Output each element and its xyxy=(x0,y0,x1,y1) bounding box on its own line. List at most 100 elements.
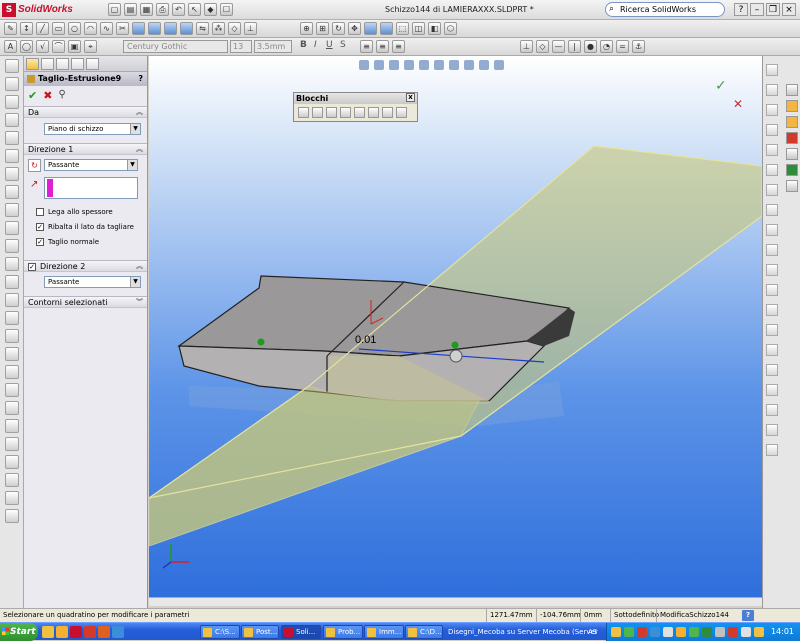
weld-symbol-icon[interactable]: ⌒ xyxy=(52,40,65,53)
dimension-value[interactable]: 0.01 xyxy=(355,334,376,346)
pan-icon[interactable]: ✥ xyxy=(348,22,361,35)
italic-button[interactable]: I xyxy=(314,40,317,50)
rebuild-icon[interactable]: ◆ xyxy=(204,3,217,16)
sketch-tool-4-icon[interactable] xyxy=(4,113,19,127)
new-file-icon[interactable]: ▢ xyxy=(108,3,121,16)
drag-handle[interactable] xyxy=(449,349,463,363)
tool-h-icon[interactable] xyxy=(766,204,778,216)
quicklaunch-app-d-icon[interactable] xyxy=(112,626,124,638)
clock[interactable]: 14:01 xyxy=(771,623,794,641)
tool-c-icon[interactable] xyxy=(766,104,778,116)
help-icon[interactable]: ? xyxy=(734,3,748,16)
contours-group-header[interactable]: Contorni selezionati ︾ xyxy=(24,296,147,308)
wireframe-icon[interactable]: ⬚ xyxy=(396,22,409,35)
tool-j-icon[interactable] xyxy=(766,244,778,256)
tray-app-7-icon[interactable] xyxy=(689,627,699,637)
tray-network-icon[interactable] xyxy=(741,627,751,637)
view-orientation-icon[interactable]: ⬡ xyxy=(444,22,457,35)
tolerance-icon[interactable]: ⌖ xyxy=(84,40,97,53)
zoom-fit-icon[interactable]: ⊕ xyxy=(300,22,313,35)
tool-p-icon[interactable] xyxy=(766,364,778,376)
text-height-field[interactable]: 3.5mm xyxy=(254,40,292,53)
ok-button[interactable]: ✔ xyxy=(28,89,37,103)
tool-i-icon[interactable] xyxy=(766,224,778,236)
sketch-tool-1-icon[interactable] xyxy=(4,59,19,73)
sketch-tool-21-icon[interactable] xyxy=(4,419,19,433)
sketch-tool-26-icon[interactable] xyxy=(4,509,19,523)
end-condition2-select[interactable]: Passante ▼ xyxy=(44,276,141,288)
task-button-explorer[interactable]: C:\S... xyxy=(200,625,240,639)
quicklaunch-explorer-icon[interactable] xyxy=(42,626,54,638)
rectangle-icon[interactable]: ▭ xyxy=(52,22,65,35)
tray-app-9-icon[interactable] xyxy=(728,627,738,637)
sketch-tool-3-icon[interactable] xyxy=(4,95,19,109)
tool-t-icon[interactable] xyxy=(766,444,778,456)
sketch-tool-15-icon[interactable] xyxy=(4,311,19,325)
quicklaunch-app-b-icon[interactable] xyxy=(84,626,96,638)
normal-cut-option[interactable]: ✓ Taglio normale xyxy=(34,235,141,250)
flip-side-checkbox[interactable]: ✓ xyxy=(36,223,44,231)
align-left-icon[interactable]: ≡ xyxy=(360,40,373,53)
circle-icon[interactable]: ○ xyxy=(68,22,81,35)
tray-app-2-icon[interactable] xyxy=(624,627,634,637)
balloon-icon[interactable]: ◯ xyxy=(20,40,33,53)
tool-r-icon[interactable] xyxy=(766,404,778,416)
make-block-icon[interactable] xyxy=(298,107,309,118)
direction2-group-header[interactable]: ✓ Direzione 2 ︽ xyxy=(24,260,147,272)
sketch-tool-8-icon[interactable] xyxy=(4,185,19,199)
start-button[interactable]: Start xyxy=(0,623,38,641)
sketch-tool-6-icon[interactable] xyxy=(4,149,19,163)
hidden-lines-icon[interactable]: ◫ xyxy=(412,22,425,35)
equal-icon[interactable]: = xyxy=(616,40,629,53)
sketch-tool-18-icon[interactable] xyxy=(4,365,19,379)
edit-block-icon[interactable] xyxy=(312,107,323,118)
tool-f-icon[interactable] xyxy=(766,164,778,176)
tray-app-8-icon[interactable] xyxy=(702,627,712,637)
sketch-tool-24-icon[interactable] xyxy=(4,473,19,487)
help-button[interactable]: ? xyxy=(742,610,754,621)
align-center-icon[interactable]: ≡ xyxy=(376,40,389,53)
from-group-header[interactable]: Da ︽ xyxy=(24,106,147,118)
task-button-post[interactable]: Post... xyxy=(241,625,279,639)
surface-finish-icon[interactable]: √ xyxy=(36,40,49,53)
sketch-tool-10-icon[interactable] xyxy=(4,221,19,235)
sketch-tool-14-icon[interactable] xyxy=(4,293,19,307)
print-icon[interactable]: ⎙ xyxy=(156,3,169,16)
thin-link-checkbox[interactable] xyxy=(36,208,44,216)
sketch-point-2[interactable] xyxy=(451,341,459,349)
fix-icon[interactable]: ⚓ xyxy=(632,40,645,53)
underline-button[interactable]: U xyxy=(326,40,333,50)
note-icon[interactable]: A xyxy=(4,40,17,53)
design-library-tab-icon[interactable] xyxy=(786,100,798,112)
add-relation-icon[interactable]: ⊥ xyxy=(520,40,533,53)
options-icon[interactable]: ☐ xyxy=(220,3,233,16)
plane-icon[interactable]: ◇ xyxy=(228,22,241,35)
direction2-checkbox[interactable]: ✓ xyxy=(28,262,36,271)
quicklaunch-folder-icon[interactable] xyxy=(56,626,68,638)
solidworks-logo[interactable]: S SolidWorks xyxy=(2,2,82,18)
language-indicator[interactable]: AS xyxy=(588,623,597,641)
dimxpert-tab-icon[interactable] xyxy=(71,58,84,70)
zoom-area-icon[interactable]: ⊞ xyxy=(316,22,329,35)
font-size-select[interactable]: 13 xyxy=(230,40,252,53)
display-relations-icon[interactable]: ◇ xyxy=(536,40,549,53)
font-select[interactable]: Century Gothic xyxy=(123,40,228,53)
sketch-tool-23-icon[interactable] xyxy=(4,455,19,469)
save-block-icon[interactable] xyxy=(368,107,379,118)
fillet-icon[interactable] xyxy=(180,22,193,35)
sketch-tool-20-icon[interactable] xyxy=(4,401,19,415)
horizontal-scrollbar[interactable] xyxy=(149,597,762,606)
display-manager-tab-icon[interactable] xyxy=(86,58,99,70)
blocks-toolbar-header[interactable]: Blocchi x xyxy=(294,93,417,104)
shaded-icon[interactable] xyxy=(364,22,377,35)
tool-k-icon[interactable] xyxy=(766,264,778,276)
bold-button[interactable]: B xyxy=(300,40,307,50)
tool-o-icon[interactable] xyxy=(766,344,778,356)
tangent-icon[interactable]: ◔ xyxy=(600,40,613,53)
sketch-point-1[interactable] xyxy=(257,338,265,346)
quicklaunch-app-a-icon[interactable] xyxy=(70,626,82,638)
line-icon[interactable]: ╱ xyxy=(36,22,49,35)
select-arrow-icon[interactable]: ↖ xyxy=(188,3,201,16)
quicklaunch-app-c-icon[interactable] xyxy=(98,626,110,638)
trim-icon[interactable]: ✂ xyxy=(116,22,129,35)
